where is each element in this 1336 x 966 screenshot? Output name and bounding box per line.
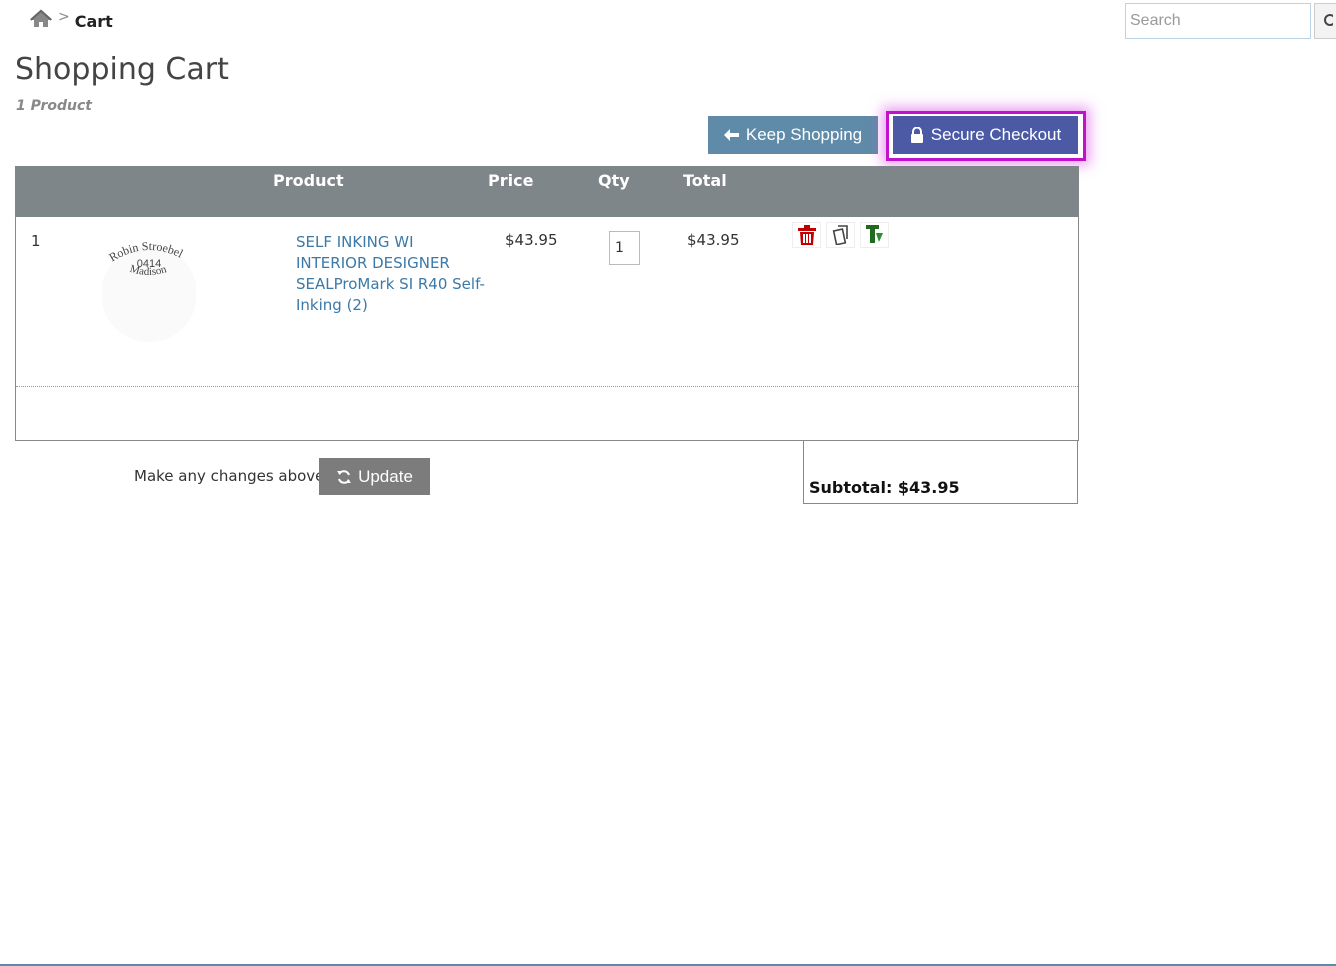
tag-button[interactable] [860,222,889,248]
row-index: 1 [31,232,41,250]
header-qty: Qty [598,171,630,190]
breadcrumb-separator: > [58,9,70,25]
tag-icon [865,225,883,243]
product-link[interactable]: SELF INKING WI INTERIOR DESIGNER SEALPro… [296,232,486,316]
update-button[interactable]: Update [319,458,430,495]
row-divider [16,386,1078,387]
cart-table: Product Price Qty Total 1 Robin Stroebel… [15,166,1079,441]
changes-prompt: Make any changes above? [134,467,333,485]
product-total: $43.95 [687,231,740,249]
keep-shopping-label: Keep Shopping [745,125,863,144]
secure-checkout-button[interactable]: Secure Checkout [893,116,1078,154]
subtotal-box: Subtotal: $43.95 [803,441,1078,504]
copy-button[interactable] [826,222,855,248]
keep-shopping-button[interactable]: Keep Shopping [708,116,878,154]
breadcrumb-current: Cart [74,11,113,31]
quantity-input[interactable] [609,231,640,265]
product-image[interactable]: Robin Stroebel 0414 Madison [102,232,196,344]
refresh-icon [337,469,352,484]
secure-checkout-label: Secure Checkout [930,125,1062,144]
trash-icon [797,225,816,245]
header-product: Product [273,171,344,190]
copy-icon [832,225,848,245]
header-total: Total [683,171,727,190]
delete-button[interactable] [792,222,821,248]
header-price: Price [488,171,534,190]
product-price: $43.95 [505,231,558,249]
search-input[interactable] [1125,3,1311,39]
search-bar [1125,3,1336,39]
search-icon [1324,14,1333,26]
subtotal: Subtotal: $43.95 [809,478,960,497]
search-button[interactable] [1314,3,1336,39]
breadcrumb: > Cart [30,9,113,31]
arrow-left-icon [723,129,739,141]
lock-icon [910,127,923,143]
home-icon[interactable] [30,9,52,29]
update-label: Update [358,466,413,486]
page-title: Shopping Cart [15,52,229,87]
product-count: 1 Product [16,98,92,114]
table-header: Product Price Qty Total [15,166,1079,217]
